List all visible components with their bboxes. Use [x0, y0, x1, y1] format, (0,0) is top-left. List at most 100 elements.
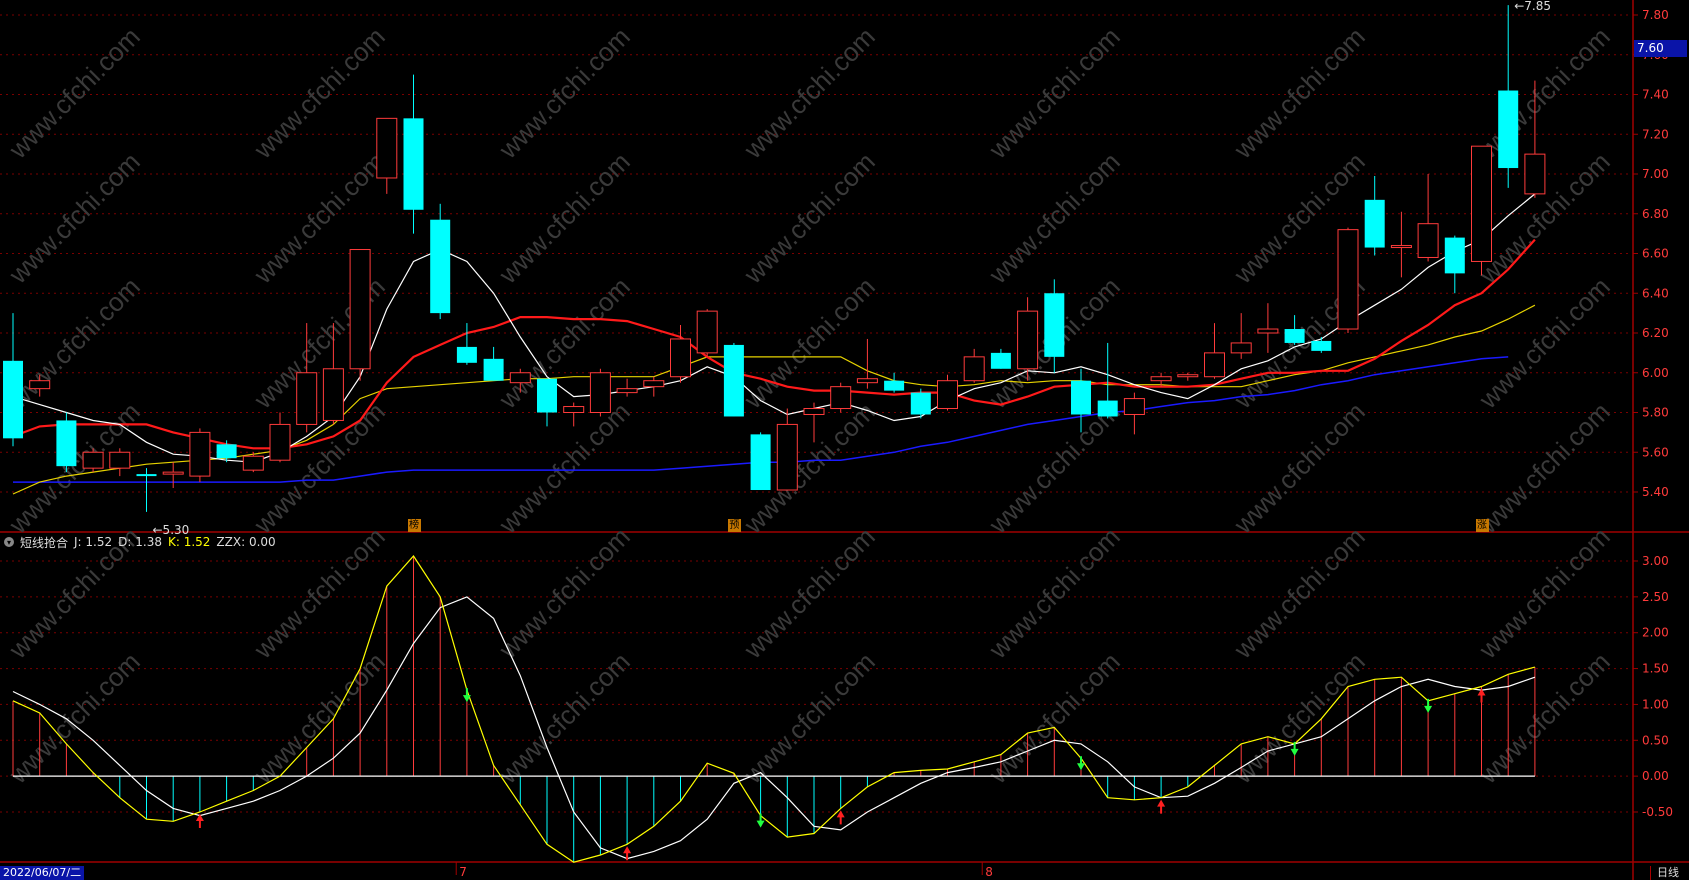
indicator-tick-label: 0.00: [1642, 769, 1669, 783]
candle-body: [456, 346, 477, 363]
period-label[interactable]: 日线: [1650, 866, 1685, 880]
candle-up: [376, 117, 398, 194]
candle-body: [322, 368, 344, 421]
indicator-header: ▾ 短线抢合 J: 1.52 D: 1.38 K: 1.52 ZZX: 0.00: [4, 534, 276, 550]
sell-arrow-icon: [462, 688, 471, 703]
price-tick-label: 7.20: [1642, 127, 1669, 141]
candle-body: [910, 392, 931, 415]
candle-up: [1417, 174, 1439, 262]
candle-body: [109, 451, 131, 469]
candle-down: [884, 372, 905, 393]
candle-body: [1204, 352, 1225, 378]
chevron-down-icon[interactable]: ▾: [4, 537, 14, 547]
watermark-text: www.cfchi.com: [737, 521, 880, 664]
candle-body: [1524, 153, 1546, 195]
candle-up: [856, 338, 878, 389]
candle-body: [189, 431, 211, 477]
watermark-text: www.cfchi.com: [1472, 271, 1615, 414]
candle-body: [963, 356, 985, 382]
candle-down: [136, 468, 157, 512]
candle-body: [856, 378, 878, 384]
watermark-text: www.cfchi.com: [1472, 396, 1615, 539]
candle-body: [616, 388, 638, 394]
indicator-tick-label: 1.50: [1642, 662, 1669, 676]
watermark-text: www.cfchi.com: [2, 21, 145, 164]
indicator-name[interactable]: 短线抢合: [20, 534, 68, 551]
candle-up: [1390, 211, 1412, 278]
price-tick-label: 6.20: [1642, 326, 1669, 340]
watermark-text: www.cfchi.com: [1227, 21, 1370, 164]
watermark-text: www.cfchi.com: [982, 521, 1125, 664]
candle-up: [830, 382, 852, 413]
watermark-text: www.cfchi.com: [492, 396, 635, 539]
sell-arrow-icon: [756, 813, 765, 828]
candle-down: [910, 388, 931, 419]
candle-body: [1417, 223, 1439, 258]
candle-down: [430, 203, 451, 320]
candle-body: [884, 380, 905, 391]
watermark-text: www.cfchi.com: [1472, 21, 1615, 164]
candle-up: [1337, 227, 1359, 333]
candle-body: [1097, 400, 1118, 417]
candle-body: [643, 380, 665, 388]
candle-body: [483, 358, 504, 381]
candle-down: [56, 412, 77, 473]
buy-arrow-icon: [195, 814, 204, 828]
candle-up: [162, 462, 184, 489]
candle-up: [776, 408, 798, 491]
price-tick-label: 7.80: [1642, 8, 1669, 22]
candle-body: [670, 338, 691, 378]
candle-body: [776, 423, 798, 491]
event-marker[interactable]: 预: [727, 519, 741, 532]
candle-up: [109, 448, 131, 477]
candle-down: [990, 348, 1011, 369]
zzx-value: ZZX: 0.00: [216, 535, 276, 549]
watermark-text: www.cfchi.com: [247, 21, 390, 164]
candle-body: [723, 344, 744, 417]
indicator-tick-label: 2.50: [1642, 590, 1669, 604]
candle-up: [589, 368, 611, 417]
candle-body: [403, 118, 424, 210]
watermark-text: www.cfchi.com: [1227, 396, 1370, 539]
date-label: 2022/06/07/二: [0, 866, 85, 880]
candle-down: [1364, 175, 1385, 256]
indicator-tick-label: 3.00: [1642, 554, 1669, 568]
candle-up: [643, 376, 665, 397]
event-marker[interactable]: 榜: [407, 519, 421, 532]
candle-up: [189, 428, 211, 483]
indicator-tick-label: 2.00: [1642, 626, 1669, 640]
candle-up: [269, 412, 291, 463]
candle-body: [1471, 145, 1492, 262]
candle-body: [1311, 340, 1332, 351]
d-value: D: 1.38: [118, 535, 162, 549]
candle-body: [29, 380, 51, 390]
candle-body: [1071, 380, 1091, 415]
candle-up: [1230, 313, 1252, 359]
candle-body: [509, 372, 531, 384]
candle-body: [696, 310, 718, 354]
price-tick-label: 6.40: [1642, 286, 1669, 300]
indicator-tick-label: 1.00: [1642, 697, 1669, 711]
price-tick-label: 5.40: [1642, 485, 1669, 499]
candle-body: [1284, 329, 1305, 343]
watermark-text: www.cfchi.com: [492, 521, 635, 664]
candle-body: [296, 372, 318, 425]
candle-body: [430, 219, 451, 314]
watermark-text: www.cfchi.com: [982, 396, 1125, 539]
sell-arrow-icon: [1424, 698, 1433, 713]
candle-body: [750, 434, 771, 491]
candle-body: [1230, 342, 1252, 354]
candle-down: [1498, 5, 1519, 188]
candle-down: [1444, 235, 1465, 294]
candle-body: [3, 360, 23, 439]
candle-up: [1471, 145, 1492, 276]
candle-body: [162, 471, 184, 475]
indicator-tick-label: 0.50: [1642, 733, 1669, 747]
candle-body: [1257, 328, 1279, 334]
candle-down: [537, 378, 557, 427]
event-marker[interactable]: 涨: [1475, 519, 1489, 532]
candle-down: [723, 342, 744, 417]
candle-body: [937, 380, 958, 410]
candle-down: [456, 323, 477, 365]
watermark-text: www.cfchi.com: [1472, 521, 1615, 664]
